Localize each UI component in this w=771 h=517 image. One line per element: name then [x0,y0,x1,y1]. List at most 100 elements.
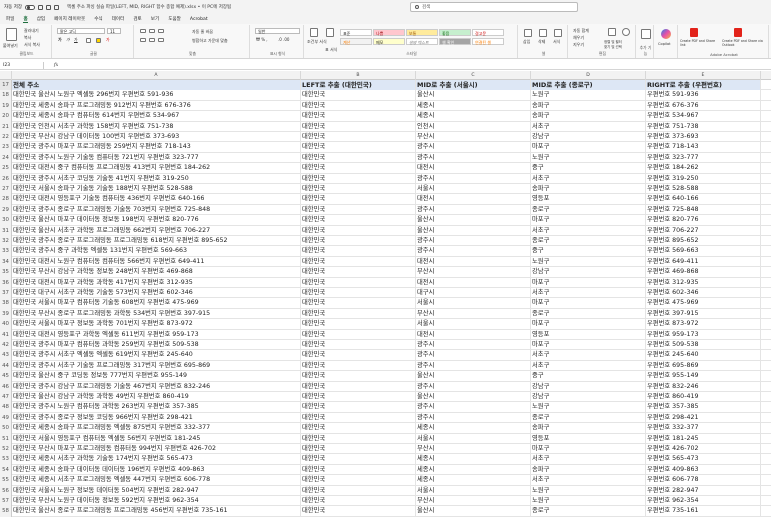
tab-review[interactable]: 검토 [133,16,141,22]
search-input[interactable]: 검색 [410,2,578,12]
find-select-button[interactable]: 찾기 및 선택 [604,44,622,49]
row-number[interactable]: 24 [0,152,12,164]
column-title[interactable]: RIGHT로 추출 (우편번호) [646,80,761,91]
row-number[interactable]: 36 [0,277,12,288]
cell-left-country[interactable]: 대한민국 [301,371,416,382]
cell-mid-district[interactable]: 송파구 [531,111,646,122]
cell-left-country[interactable]: 대한민국 [301,360,416,372]
cell-right-postal[interactable]: 우편번호 832-246 [646,381,761,392]
cell-left-country[interactable]: 대한민국 [301,288,416,299]
cell-full-address[interactable]: 대한민국 광주시 노원구 컴퓨터동 과학동 263번지 우편번호 357-385 [12,402,301,413]
cell-full-address[interactable]: 대한민국 세종시 송파구 프로그래밍동 912번지 우편번호 676-376 [12,100,301,112]
cell-right-postal[interactable]: 우편번호 962-354 [646,496,761,507]
style-explanatory[interactable]: 설명 텍스트 [406,38,438,45]
create-pdf-outlook-button[interactable]: Create PDF and Share via Outlook [722,39,768,47]
paste-icon[interactable] [6,28,17,41]
cell-right-postal[interactable]: 우편번호 475-969 [646,298,761,309]
cell-left-country[interactable]: 대한민국 [301,100,416,112]
row-number[interactable]: 32 [0,236,12,247]
row-number[interactable]: 20 [0,111,12,122]
row-number[interactable]: 40 [0,319,12,330]
cell-full-address[interactable]: 대한민국 광주시 종로구 정보동 코딩동 966번지 우편번호 298-421 [12,412,301,424]
wrap-text-button[interactable]: 자동 줄 바꿈 [192,29,213,35]
cell-left-country[interactable]: 대한민국 [301,506,416,517]
paste-button[interactable]: 붙여넣기 [3,43,18,49]
row-number[interactable]: 50 [0,423,12,434]
cell-left-country[interactable]: 대한민국 [301,163,416,174]
row-number[interactable]: 47 [0,392,12,403]
cell-full-address[interactable]: 대한민국 광주시 강남구 프로그래밍동 기술동 467번지 우편번호 832-2… [12,381,301,392]
cell-full-address[interactable]: 대한민국 부산시 강남구 과학동 정보동 248번지 우편번호 469-868 [12,267,301,278]
cell-right-postal[interactable]: 우편번호 373-693 [646,132,761,143]
cell-full-address[interactable]: 대한민국 서울시 노원구 정보동 데이터동 504번지 우편번호 282-947 [12,485,301,496]
cell-right-postal[interactable]: 우편번호 409-863 [646,464,761,476]
cell-full-address[interactable]: 대한민국 광주시 노원구 기술동 컴퓨터동 721번지 우편번호 323-777 [12,152,301,164]
cell-full-address[interactable]: 대한민국 광주시 중구 과학동 엑셀동 131번지 우편번호 569-663 [12,246,301,257]
cell-full-address[interactable]: 대한민국 인천시 서초구 과학동 158번지 우편번호 751-738 [12,121,301,132]
cell-full-address[interactable]: 대한민국 울산시 노원구 엑셀동 296번지 우편번호 591-936 [12,90,301,101]
conditional-format-button[interactable]: 조건부 서식 [307,39,327,45]
cell-mid-city[interactable]: 인천시 [416,121,531,132]
cell-left-country[interactable]: 대한민국 [301,173,416,184]
cell-right-postal[interactable]: 우편번호 591-936 [646,90,761,101]
cell-mid-district[interactable]: 노원구 [531,152,646,164]
cell-mid-city[interactable]: 서울시 [416,433,531,444]
cell-mid-city[interactable]: 부산시 [416,496,531,507]
cell-left-country[interactable]: 대한민국 [301,454,416,465]
cell-mid-city[interactable]: 울산시 [416,392,531,403]
cell-right-postal[interactable]: 우편번호 569-663 [646,246,761,257]
style-calculation[interactable]: 계산 [340,38,372,45]
cell-mid-district[interactable]: 송파구 [531,464,646,476]
redo-icon[interactable] [54,4,59,10]
cell-mid-district[interactable]: 노원구 [531,402,646,413]
number-format-select[interactable]: 일반 [255,28,300,34]
cell-mid-city[interactable]: 대전시 [416,163,531,174]
style-note[interactable]: 메모 [373,38,405,45]
align-right-icon[interactable] [158,38,164,42]
row-number[interactable]: 31 [0,225,12,236]
cell-mid-city[interactable]: 서울시 [416,184,531,195]
cell-mid-district[interactable]: 서초구 [531,475,646,486]
cell-right-postal[interactable]: 우편번호 312-935 [646,277,761,288]
row-number[interactable]: 46 [0,381,12,392]
cell-mid-city[interactable]: 광주시 [416,246,531,257]
row-number[interactable]: 30 [0,215,12,226]
column-header-b[interactable]: B [301,71,416,80]
tab-home[interactable]: 홈 [23,16,28,23]
cell-left-country[interactable]: 대한민국 [301,329,416,340]
select-all-corner[interactable] [0,71,12,80]
cell-mid-district[interactable]: 서초구 [531,121,646,132]
cell-right-postal[interactable]: 우편번호 751-738 [646,121,761,132]
cell-left-country[interactable]: 대한민국 [301,236,416,247]
function-icon[interactable]: fx [54,63,58,68]
font-size-select[interactable]: 11 [107,28,121,34]
cell-mid-city[interactable]: 광주시 [416,381,531,392]
row-number[interactable]: 41 [0,329,12,340]
cell-left-country[interactable]: 대한민국 [301,475,416,486]
merge-center-button[interactable]: 병합하고 가운데 맞춤 [192,38,228,44]
align-center-icon[interactable] [149,38,155,42]
row-number[interactable]: 42 [0,340,12,351]
cell-right-postal[interactable]: 우편번호 895-652 [646,236,761,247]
row-number[interactable]: 44 [0,360,12,372]
cell-mid-city[interactable]: 광주시 [416,360,531,372]
save-icon[interactable] [38,4,43,10]
cell-mid-district[interactable]: 영등포 [531,329,646,340]
cell-mid-district[interactable]: 영등포 [531,433,646,444]
row-number[interactable]: 34 [0,256,12,268]
cell-right-postal[interactable]: 우편번호 323-777 [646,152,761,164]
tab-help[interactable]: 도움말 [168,16,181,22]
cell-mid-city[interactable]: 광주시 [416,340,531,351]
cell-right-postal[interactable]: 우편번호 820-776 [646,215,761,226]
cell-mid-city[interactable]: 부산시 [416,308,531,320]
cell-mid-district[interactable]: 마포구 [531,298,646,309]
cell-mid-district[interactable]: 서초구 [531,454,646,465]
cell-full-address[interactable]: 대한민국 울산시 종로구 프로그래밍동 프로그래밍동 456번지 우편번호 73… [12,506,301,517]
cell-left-country[interactable]: 대한민국 [301,184,416,195]
cell-left-country[interactable]: 대한민국 [301,496,416,507]
style-normal[interactable]: 표준 [340,29,372,36]
cell-right-postal[interactable]: 우편번호 181-245 [646,433,761,444]
cell-left-country[interactable]: 대한민국 [301,142,416,153]
cell-mid-city[interactable]: 서울시 [416,485,531,496]
cell-mid-city[interactable]: 대전시 [416,256,531,268]
